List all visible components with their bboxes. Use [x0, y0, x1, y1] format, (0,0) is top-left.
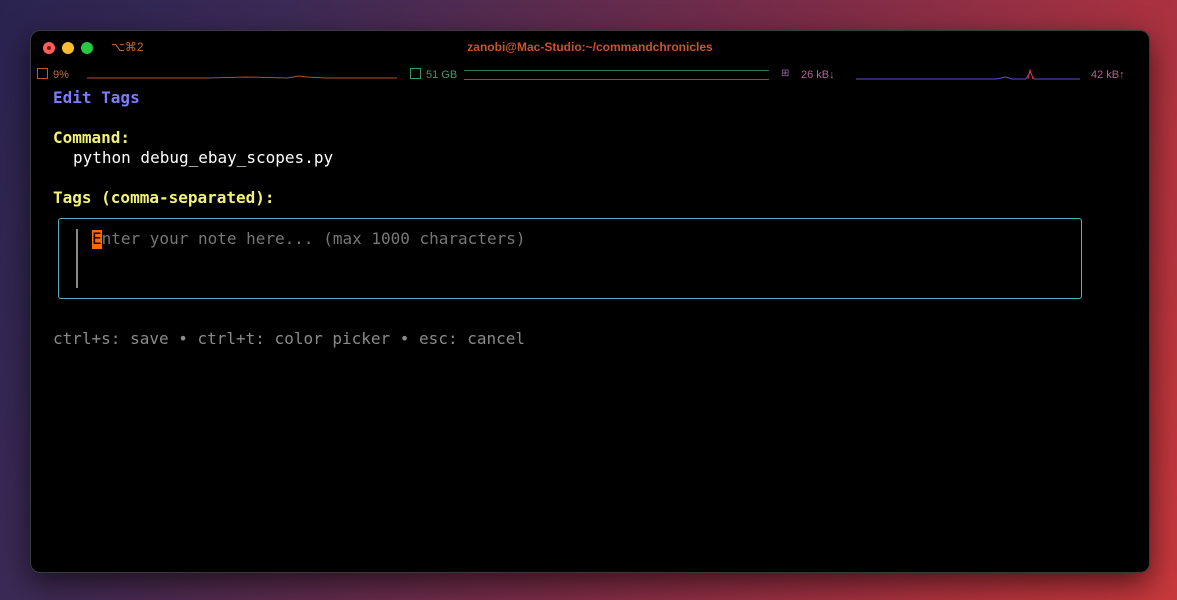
cpu-icon	[37, 68, 48, 79]
network-graph	[856, 69, 1080, 80]
page-title: Edit Tags	[53, 88, 140, 107]
cpu-usage: 9%	[53, 69, 69, 81]
window-title: zanobi@Mac-Studio:~/commandchronicles	[467, 40, 713, 54]
terminal-window: ⌥⌘2 zanobi@Mac-Studio:~/commandchronicle…	[30, 30, 1150, 573]
status-bar: 9% 51 GB ⊞ 26 kB↓ 42 kB↑	[31, 67, 1149, 83]
memory-bar	[464, 70, 769, 80]
cpu-graph	[87, 75, 397, 79]
tags-input[interactable]: Enter your note here... (max 1000 charac…	[58, 218, 1082, 299]
cursor-char: E	[92, 229, 102, 248]
keyboard-help: ctrl+s: save • ctrl+t: color picker • es…	[53, 329, 526, 348]
title-bar: ⌥⌘2 zanobi@Mac-Studio:~/commandchronicle…	[31, 31, 1149, 63]
input-gutter	[76, 229, 78, 288]
network-down: 26 kB↓	[801, 69, 835, 81]
tags-label: Tags (comma-separated):	[53, 188, 275, 207]
command-value: python debug_ebay_scopes.py	[73, 148, 334, 167]
memory-icon	[410, 68, 421, 79]
network-icon: ⊞	[781, 68, 790, 79]
command-label: Command:	[53, 128, 131, 147]
network-up: 42 kB↑	[1091, 69, 1125, 81]
memory-usage: 51 GB	[426, 69, 458, 81]
tags-placeholder: Enter your note here... (max 1000 charac…	[92, 229, 526, 248]
